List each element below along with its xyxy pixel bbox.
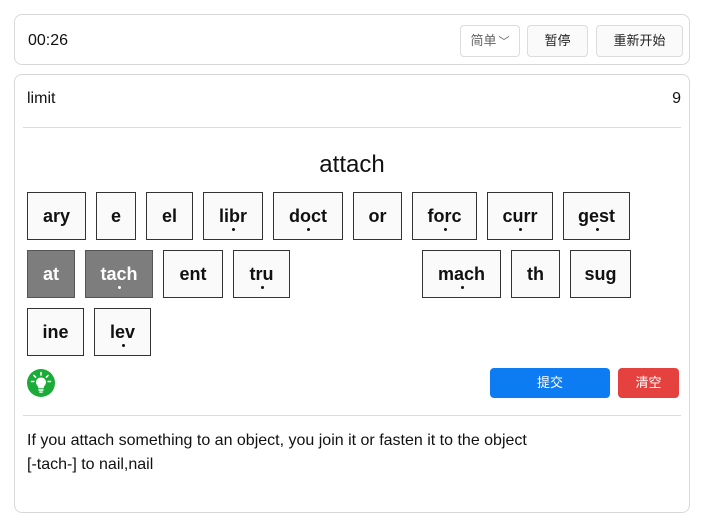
tile-label: forc	[427, 206, 462, 226]
tile-label: ine	[42, 322, 69, 342]
difficulty-select-value: 简单	[470, 33, 497, 48]
divider	[23, 127, 681, 128]
stress-dot	[260, 286, 264, 289]
stress-dot	[232, 228, 235, 231]
definition: If you attach something to an object, yo…	[27, 429, 527, 477]
tile-tru[interactable]: tru	[233, 250, 290, 298]
tile-sug[interactable]: sug	[570, 250, 631, 298]
tile-label: lev	[109, 322, 136, 342]
tile-label: e	[110, 206, 121, 226]
stress-dot	[595, 228, 599, 231]
tile-label: ary	[42, 206, 71, 226]
target-word: attach	[319, 151, 385, 178]
tile-label: mach	[437, 264, 486, 284]
definition-etymology: [-tach-] to nail,nail	[27, 456, 154, 473]
restart-button[interactable]: 重新开始	[596, 25, 683, 57]
stress-dot	[443, 228, 447, 231]
remaining-count: 9	[672, 90, 681, 107]
tile-label: el	[161, 206, 177, 226]
tile-label: tru	[249, 264, 274, 284]
tile-libr[interactable]: libr	[203, 192, 263, 240]
pause-button[interactable]: 暂停	[527, 25, 588, 57]
tile-label: gest	[577, 206, 615, 226]
stress-dot	[519, 228, 522, 231]
stress-dot	[307, 228, 310, 231]
tile-th[interactable]: th	[511, 250, 560, 298]
top-toolbar: 00:26 简单 ﹀ 暂停 重新开始	[14, 14, 690, 65]
word-row: limit 9	[27, 89, 681, 109]
tile-doct[interactable]: doct	[273, 192, 343, 240]
tile-label: libr	[218, 206, 247, 226]
tile-at[interactable]: at	[27, 250, 75, 298]
tile-or[interactable]: or	[353, 192, 402, 240]
current-word: limit	[27, 90, 56, 107]
tile-tach[interactable]: tach	[85, 250, 153, 298]
tile-forc[interactable]: forc	[412, 192, 477, 240]
tile-curr[interactable]: curr	[487, 192, 553, 240]
tile-ent[interactable]: ent	[163, 250, 223, 298]
clear-button[interactable]: 清空	[618, 368, 679, 398]
timer: 00:26	[28, 32, 69, 49]
tile-label: tach	[100, 264, 138, 284]
submit-button[interactable]: 提交	[490, 368, 610, 398]
tile-ary[interactable]: ary	[27, 192, 86, 240]
tile-label: doct	[289, 206, 327, 226]
tile-label: at	[42, 264, 59, 284]
chevron-down-icon: ﹀	[498, 36, 510, 48]
tile-label: th	[527, 264, 544, 284]
tile-el[interactable]: el	[146, 192, 193, 240]
tile-e[interactable]: e	[96, 192, 136, 240]
quiz-card: limit 9 attach ary e el libr doct or for…	[14, 74, 690, 513]
divider	[23, 415, 681, 416]
stress-dot	[121, 344, 125, 347]
definition-sentence: If you attach something to an object, yo…	[27, 432, 527, 449]
lightbulb-icon[interactable]	[27, 369, 55, 397]
stress-dot	[118, 286, 121, 289]
tile-label: curr	[502, 206, 538, 226]
tile-lev[interactable]: lev	[94, 308, 151, 356]
tile-label: sug	[584, 264, 617, 284]
tile-ine[interactable]: ine	[27, 308, 84, 356]
tile-label: ent	[179, 264, 207, 284]
difficulty-select[interactable]: 简单 ﹀	[460, 25, 520, 57]
tile-gest[interactable]: gest	[563, 192, 630, 240]
tile-mach[interactable]: mach	[422, 250, 501, 298]
tile-label: or	[368, 206, 387, 226]
stress-dot	[460, 286, 464, 289]
